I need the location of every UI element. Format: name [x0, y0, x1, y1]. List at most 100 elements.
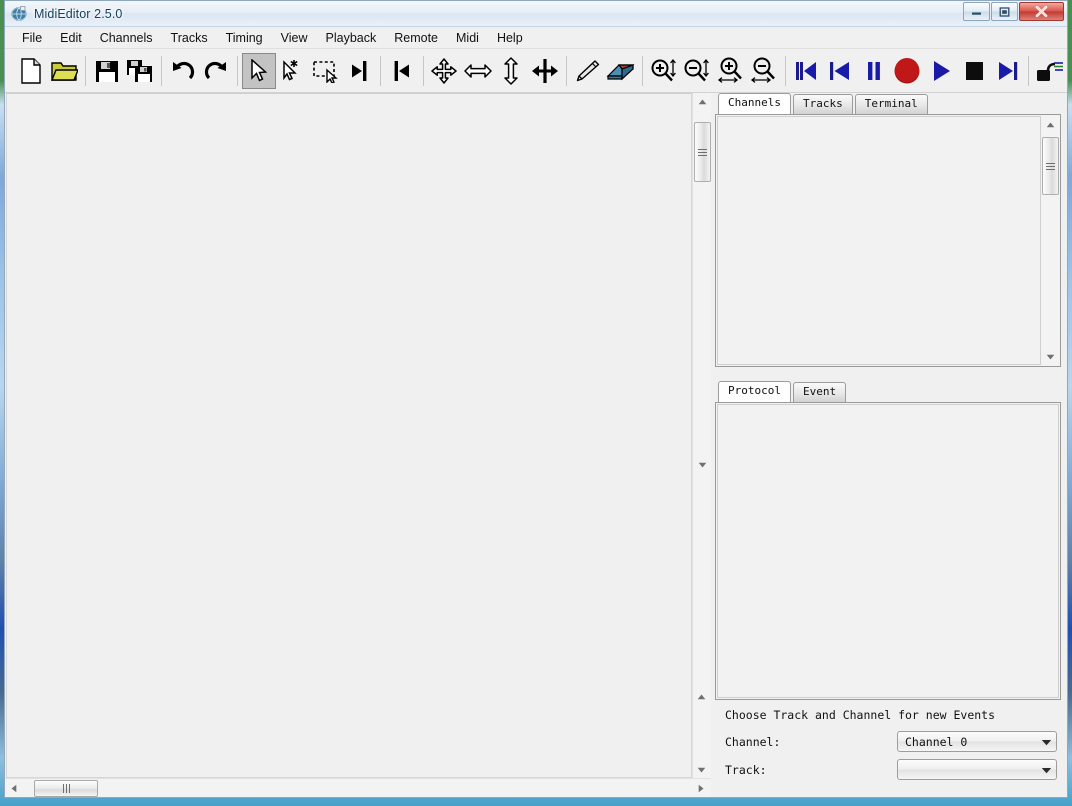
toolbar-separator: [85, 55, 87, 86]
channels-panel: [715, 114, 1061, 367]
new-event-form: Choose Track and Channel for new Events …: [715, 700, 1061, 797]
editor-vertical-scrollbar[interactable]: [692, 93, 711, 778]
scroll-right-arrow[interactable]: [692, 780, 709, 797]
application-window: MidiEditor 2.5.0 File Edit Channels Trac…: [4, 0, 1068, 798]
menu-item-channels[interactable]: Channels: [91, 29, 162, 47]
tab-channels[interactable]: Channels: [718, 93, 791, 114]
scroll-thumb-grip: [697, 147, 707, 158]
menu-item-tracks[interactable]: Tracks: [162, 29, 217, 47]
undo-icon[interactable]: [166, 53, 200, 89]
select-cursor-icon[interactable]: [242, 52, 276, 89]
chevron-down-icon: [1041, 763, 1052, 777]
tab-tracks[interactable]: Tracks: [792, 94, 853, 114]
channel-select-value: Channel 0: [905, 734, 968, 749]
menu-item-file[interactable]: File: [13, 29, 51, 47]
maximize-button[interactable]: [991, 2, 1018, 21]
scroll-down-arrow-secondary[interactable]: [693, 761, 710, 778]
upper-panel-tabbar: Channels Tracks Terminal: [715, 93, 1061, 114]
save-icon[interactable]: [90, 53, 124, 89]
channels-list-scrollbar[interactable]: [1042, 116, 1059, 365]
menu-item-help[interactable]: Help: [488, 29, 532, 47]
scroll-down-arrow[interactable]: [1042, 348, 1059, 365]
editor-column: [5, 93, 711, 797]
open-folder-icon[interactable]: [48, 53, 82, 89]
redo-icon[interactable]: [200, 53, 234, 89]
scroll-up-arrow-secondary[interactable]: [693, 688, 710, 705]
select-left-icon[interactable]: [343, 53, 377, 89]
skip-to-start-icon[interactable]: [790, 53, 824, 89]
zoom-out-horizontal-icon[interactable]: [747, 53, 781, 89]
select-right-icon[interactable]: [385, 53, 419, 89]
track-row: Track:: [725, 759, 1059, 780]
track-label: Track:: [725, 762, 767, 777]
app-globe-icon: [11, 5, 28, 22]
editor-hscroll-thumb[interactable]: [34, 779, 98, 797]
next-measure-icon[interactable]: [991, 53, 1025, 89]
window-controls: [963, 2, 1064, 21]
scroll-up-arrow[interactable]: [694, 93, 711, 110]
scroll-left-arrow[interactable]: [5, 780, 22, 797]
pause-icon[interactable]: [857, 53, 891, 89]
channel-label: Channel:: [725, 734, 781, 749]
midi-matrix-area[interactable]: [6, 93, 692, 778]
eraser-icon[interactable]: [604, 53, 638, 89]
play-icon[interactable]: [924, 53, 958, 89]
protocol-panel: [715, 402, 1061, 700]
minimize-button[interactable]: [963, 2, 990, 21]
editor-row: [5, 93, 711, 778]
save-as-icon[interactable]: [124, 53, 158, 89]
metronome-icon[interactable]: [1033, 53, 1067, 89]
zoom-out-vertical-icon[interactable]: [680, 53, 714, 89]
editor-secondary-vertical-scrollbar[interactable]: [693, 688, 710, 778]
select-single-icon[interactable]: [276, 53, 310, 89]
new-event-form-title: Choose Track and Channel for new Events: [725, 708, 996, 722]
scroll-thumb-grip: [62, 783, 70, 793]
channels-list[interactable]: [717, 116, 1041, 365]
new-file-icon[interactable]: [14, 53, 48, 89]
menu-item-remote[interactable]: Remote: [385, 29, 447, 47]
editor-horizontal-scrollbar[interactable]: [5, 778, 711, 797]
track-select[interactable]: [897, 759, 1057, 780]
toolbar-separator: [237, 55, 239, 86]
protocol-list[interactable]: [717, 404, 1059, 698]
scroll-up-arrow[interactable]: [1042, 116, 1059, 133]
menu-item-edit[interactable]: Edit: [51, 29, 91, 47]
record-icon[interactable]: [890, 53, 924, 89]
toolbar-separator: [784, 55, 786, 86]
main-body: Channels Tracks Terminal Protocol Event …: [5, 93, 1067, 797]
previous-measure-icon[interactable]: [823, 53, 857, 89]
toolbar-separator: [422, 55, 424, 86]
tab-terminal[interactable]: Terminal: [854, 94, 928, 114]
close-button[interactable]: [1019, 2, 1064, 21]
editor-vscroll-thumb[interactable]: [693, 122, 711, 182]
channels-vscroll-thumb[interactable]: [1042, 137, 1059, 195]
zoom-in-horizontal-icon[interactable]: [714, 53, 748, 89]
editor-vscroll-track[interactable]: [693, 110, 711, 778]
editor-hscroll-track[interactable]: [22, 779, 692, 797]
toolbar-separator: [380, 55, 382, 86]
menu-bar: File Edit Channels Tracks Timing View Pl…: [5, 27, 1067, 49]
tab-event[interactable]: Event: [792, 382, 847, 402]
channels-vscroll-track[interactable]: [1042, 133, 1059, 348]
tab-protocol[interactable]: Protocol: [718, 381, 791, 402]
menu-item-timing[interactable]: Timing: [217, 29, 272, 47]
channel-select[interactable]: Channel 0: [897, 731, 1057, 752]
menu-item-midi[interactable]: Midi: [447, 29, 488, 47]
move-horizontal-icon[interactable]: [461, 53, 495, 89]
scroll-down-arrow[interactable]: [694, 456, 711, 473]
window-title: MidiEditor 2.5.0: [34, 6, 123, 21]
title-bar: MidiEditor 2.5.0: [5, 1, 1067, 27]
panel-gap: [715, 367, 1061, 381]
menu-item-playback[interactable]: Playback: [317, 29, 386, 47]
select-box-icon[interactable]: [309, 53, 343, 89]
zoom-in-vertical-icon[interactable]: [647, 53, 681, 89]
stop-icon[interactable]: [957, 53, 991, 89]
menu-item-view[interactable]: View: [272, 29, 317, 47]
pencil-icon[interactable]: [571, 53, 605, 89]
size-change-icon[interactable]: [528, 53, 562, 89]
channel-row: Channel: Channel 0: [725, 731, 1059, 752]
move-all-icon[interactable]: [428, 53, 462, 89]
right-panel: Channels Tracks Terminal Protocol Event …: [711, 93, 1067, 797]
toolbar-separator: [1028, 55, 1030, 86]
move-vertical-icon[interactable]: [495, 53, 529, 89]
